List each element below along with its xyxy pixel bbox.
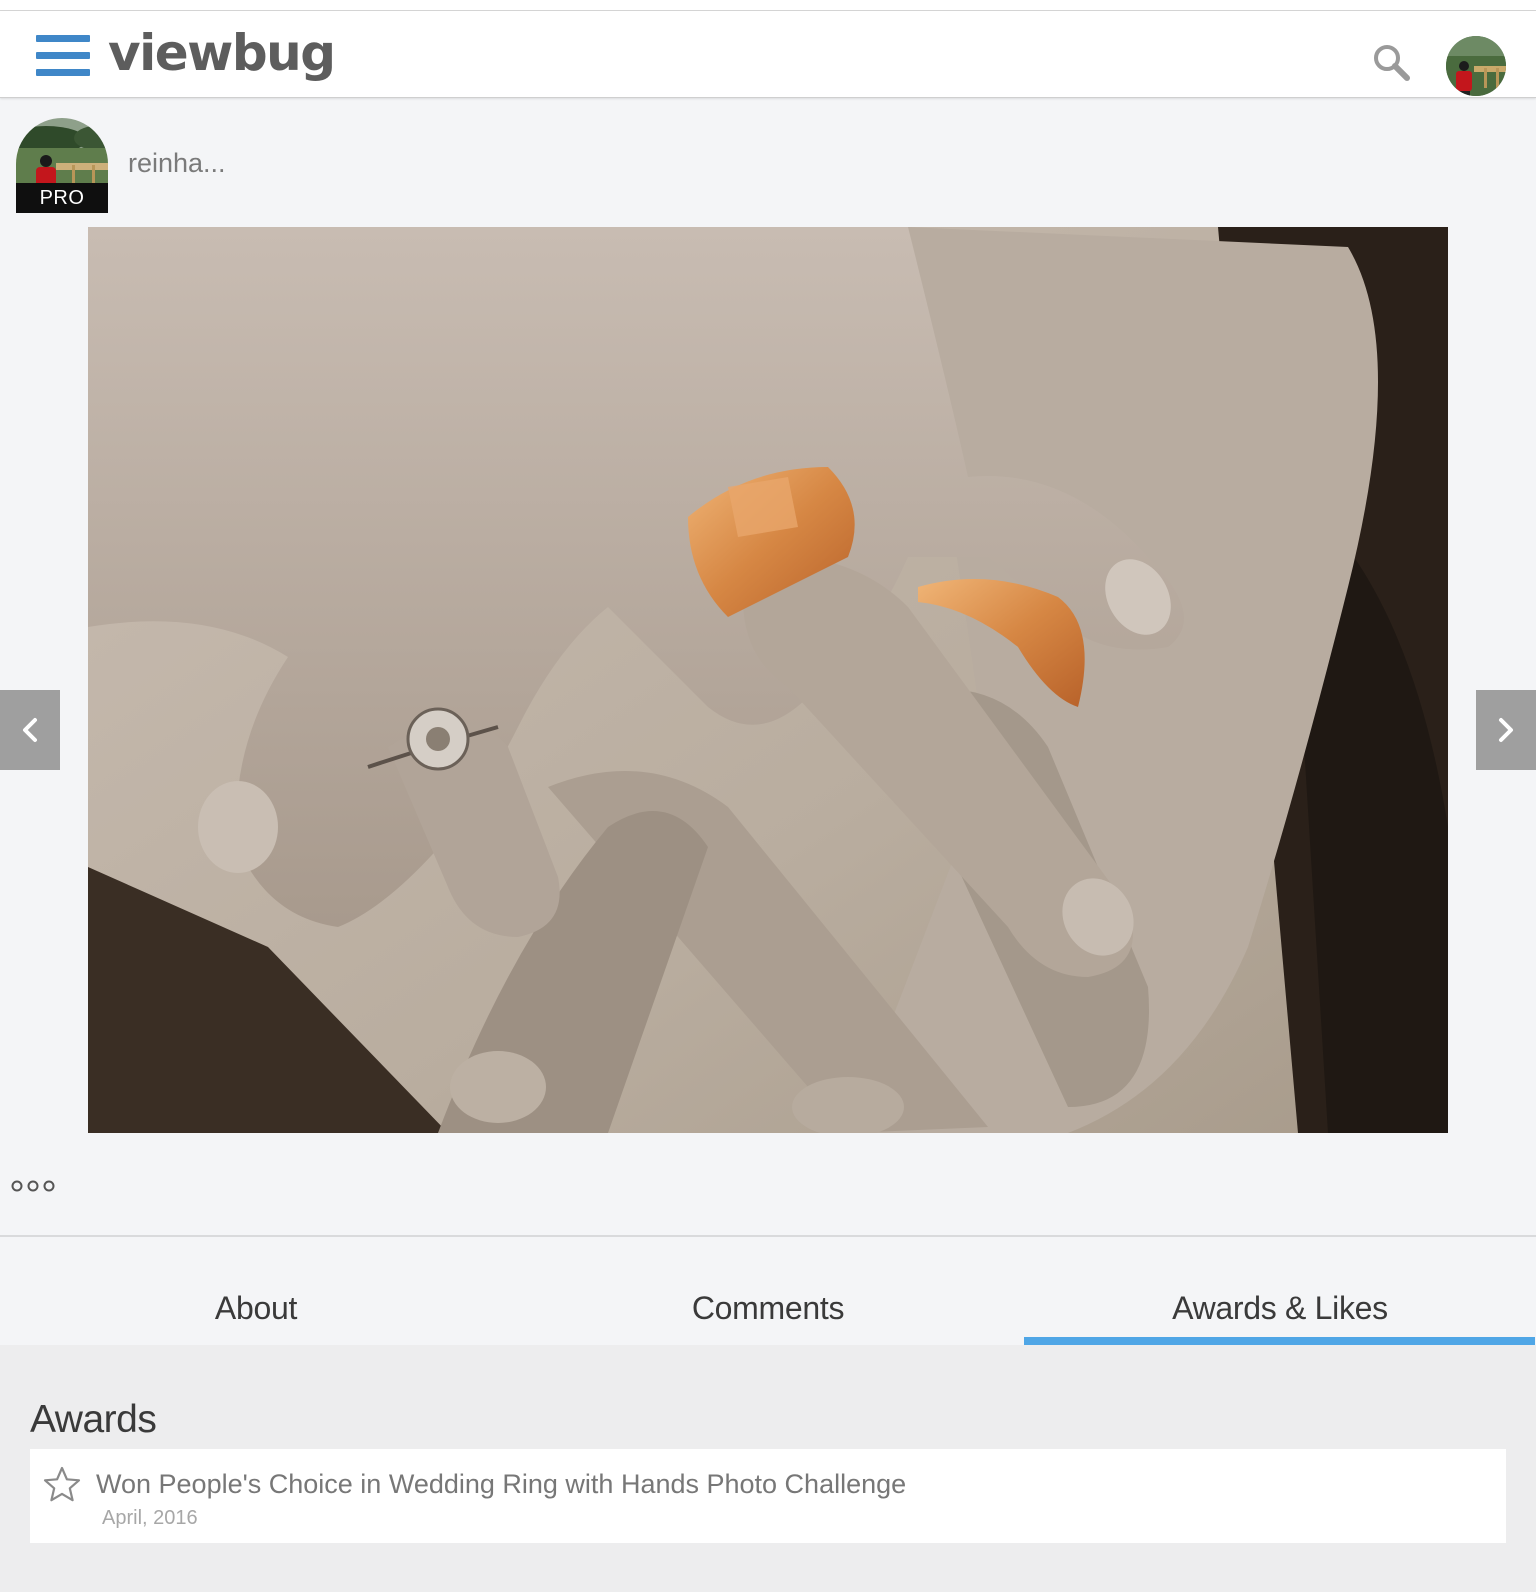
- chevron-right-icon: [1499, 718, 1513, 742]
- section-divider: [0, 1235, 1536, 1237]
- hamburger-bar: [36, 69, 90, 76]
- user-avatar[interactable]: [1446, 36, 1506, 96]
- hamburger-bar: [36, 52, 90, 59]
- award-date: April, 2016: [102, 1507, 198, 1529]
- award-item: Won People's Choice in Wedding Ring with…: [30, 1449, 1506, 1543]
- hamburger-menu-icon: [36, 35, 90, 42]
- photo-image: [88, 227, 1448, 1133]
- author-name[interactable]: reinha...: [128, 146, 226, 180]
- viewbug-logo[interactable]: viewbug: [108, 23, 336, 83]
- chevron-left-icon: [23, 718, 37, 742]
- next-photo-button[interactable]: [1476, 690, 1536, 770]
- avatar-image: [1446, 36, 1506, 96]
- menu-button[interactable]: [36, 33, 90, 77]
- tab-awards-likes[interactable]: Awards & Likes: [1024, 1288, 1536, 1328]
- previous-photo-button[interactable]: [0, 690, 60, 770]
- app-header: viewbug: [0, 11, 1536, 98]
- search-icon: [1374, 45, 1410, 81]
- star-icon: [43, 1466, 81, 1502]
- award-title[interactable]: Won People's Choice in Wedding Ring with…: [96, 1467, 906, 1501]
- awards-heading: Awards: [30, 1398, 157, 1441]
- pro-badge: PRO: [16, 183, 108, 213]
- tab-about[interactable]: About: [0, 1288, 512, 1328]
- top-edge: [0, 0, 1536, 11]
- more-dots-icon: [11, 1180, 55, 1192]
- awards-section: Awards Won People's Choice in Wedding Ri…: [0, 1345, 1536, 1592]
- search-button[interactable]: [1372, 43, 1412, 83]
- active-tab-indicator: [1024, 1337, 1535, 1345]
- main-photo[interactable]: [88, 227, 1448, 1133]
- tab-comments[interactable]: Comments: [512, 1288, 1024, 1328]
- more-options-button[interactable]: [10, 1176, 56, 1196]
